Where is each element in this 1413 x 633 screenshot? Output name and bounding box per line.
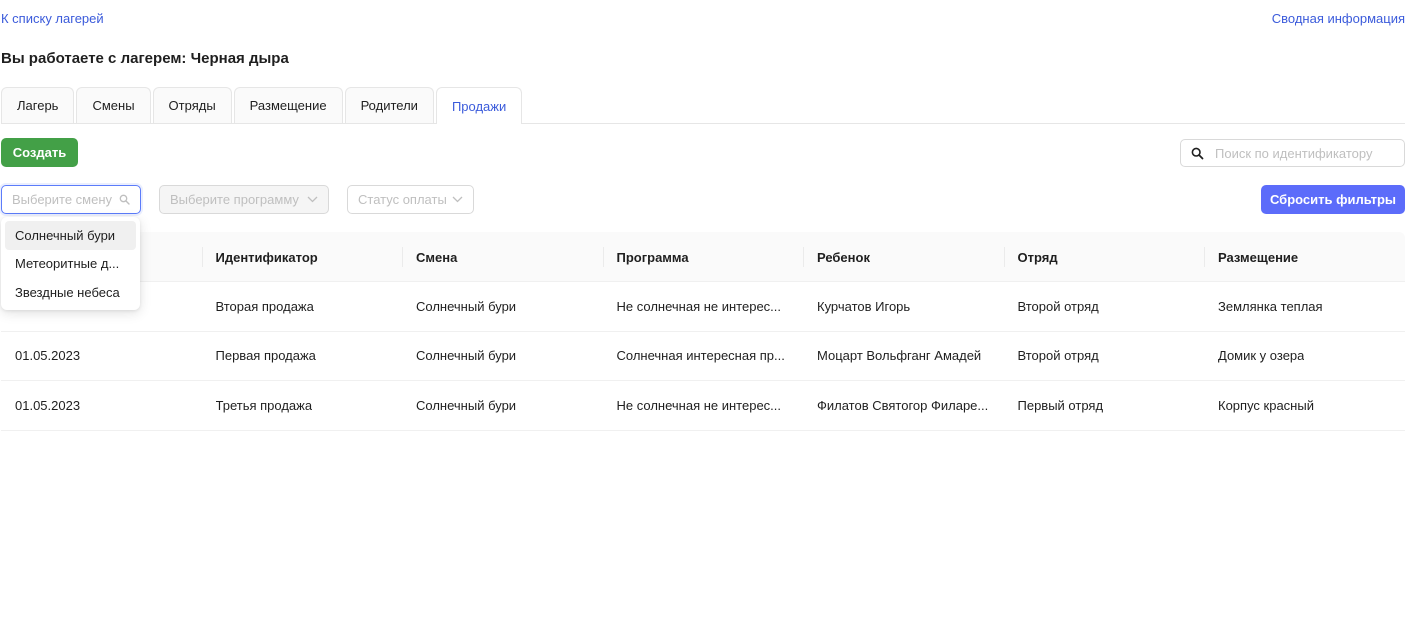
cell-child: Курчатов Игорь xyxy=(817,298,911,314)
table-row[interactable]: Вторая продажа Солнечный бури Не солнечн… xyxy=(1,282,1405,332)
payment-status-placeholder: Статус оплаты xyxy=(358,192,447,207)
shift-select-placeholder: Выберите смену xyxy=(12,192,113,207)
cell-identifier: Вторая продажа xyxy=(215,298,314,314)
search-input[interactable] xyxy=(1215,145,1395,161)
table-row[interactable]: 01.05.2023 Третья продажа Солнечный бури… xyxy=(1,381,1405,431)
cell-shift: Солнечный бури xyxy=(416,397,517,413)
tab-accommodation[interactable]: Размещение xyxy=(233,87,343,123)
cell-program: Солнечная интересная пр... xyxy=(616,348,785,364)
search-box[interactable] xyxy=(1180,139,1405,167)
program-select[interactable]: Выберите программу xyxy=(159,185,329,214)
back-to-camps-link[interactable]: К списку лагерей xyxy=(1,11,104,26)
tab-sales[interactable]: Продажи xyxy=(435,87,523,124)
cell-squad: Первый отряд xyxy=(1017,397,1104,413)
cell-child: Филатов Святогор Филаре... xyxy=(817,397,989,413)
chevron-down-icon xyxy=(307,196,318,203)
column-header-shift[interactable]: Смена xyxy=(402,232,603,282)
tab-parents[interactable]: Родители xyxy=(344,87,434,123)
cell-squad: Второй отряд xyxy=(1017,348,1099,364)
cell-program: Не солнечная не интерес... xyxy=(616,298,782,314)
cell-squad: Второй отряд xyxy=(1017,298,1099,314)
cell-shift: Солнечный бури xyxy=(416,348,517,364)
column-header-program[interactable]: Программа xyxy=(602,232,804,282)
shift-option[interactable]: Звездные небеса xyxy=(5,278,136,307)
cell-accommodation: Корпус красный xyxy=(1218,397,1314,413)
cell-identifier: Третья продажа xyxy=(215,397,313,413)
tab-bar: Лагерь Смены Отряды Размещение Родители … xyxy=(1,87,1405,124)
search-icon xyxy=(119,194,130,205)
tab-shifts[interactable]: Смены xyxy=(76,87,151,123)
table-row[interactable]: 01.05.2023 Первая продажа Солнечный бури… xyxy=(1,332,1405,381)
cell-accommodation: Домик у озера xyxy=(1218,348,1305,364)
cell-date: 01.05.2023 xyxy=(15,348,81,364)
tab-camp[interactable]: Лагерь xyxy=(1,87,75,123)
search-icon xyxy=(1191,146,1205,160)
column-header-accommodation[interactable]: Размещение xyxy=(1204,232,1405,282)
column-header-squad[interactable]: Отряд xyxy=(1003,232,1205,282)
cell-shift: Солнечный бури xyxy=(416,298,517,314)
shift-option[interactable]: Солнечный бури xyxy=(5,221,136,250)
program-select-placeholder: Выберите программу xyxy=(170,192,299,207)
cell-accommodation: Землянка теплая xyxy=(1218,298,1323,314)
cell-identifier: Первая продажа xyxy=(215,348,316,364)
payment-status-select[interactable]: Статус оплаты xyxy=(347,185,474,214)
page-title: Вы работаете с лагерем: Черная дыра xyxy=(1,50,289,67)
shift-select[interactable]: Выберите смену xyxy=(1,185,141,214)
table-header: Идентификатор Смена Программа Ребенок От… xyxy=(1,232,1405,282)
cell-program: Не солнечная не интерес... xyxy=(616,397,782,413)
create-button[interactable]: Создать xyxy=(1,138,78,167)
shift-option[interactable]: Метеоритные д... xyxy=(5,250,136,279)
cell-child: Моцарт Вольфганг Амадей xyxy=(817,348,982,364)
sales-table: Идентификатор Смена Программа Ребенок От… xyxy=(1,232,1405,431)
chevron-down-icon xyxy=(452,196,463,203)
cell-date: 01.05.2023 xyxy=(15,397,81,413)
column-header-child[interactable]: Ребенок xyxy=(803,232,1004,282)
sales-page: К списку лагерей Сводная информация Вы р… xyxy=(0,0,1413,633)
tab-squads[interactable]: Отряды xyxy=(152,87,232,123)
reset-filters-button[interactable]: Сбросить фильтры xyxy=(1261,185,1405,214)
column-header-identifier[interactable]: Идентификатор xyxy=(201,232,403,282)
shift-dropdown-menu: Солнечный бури Метеоритные д... Звездные… xyxy=(1,217,140,310)
summary-info-link[interactable]: Сводная информация xyxy=(1272,11,1405,26)
